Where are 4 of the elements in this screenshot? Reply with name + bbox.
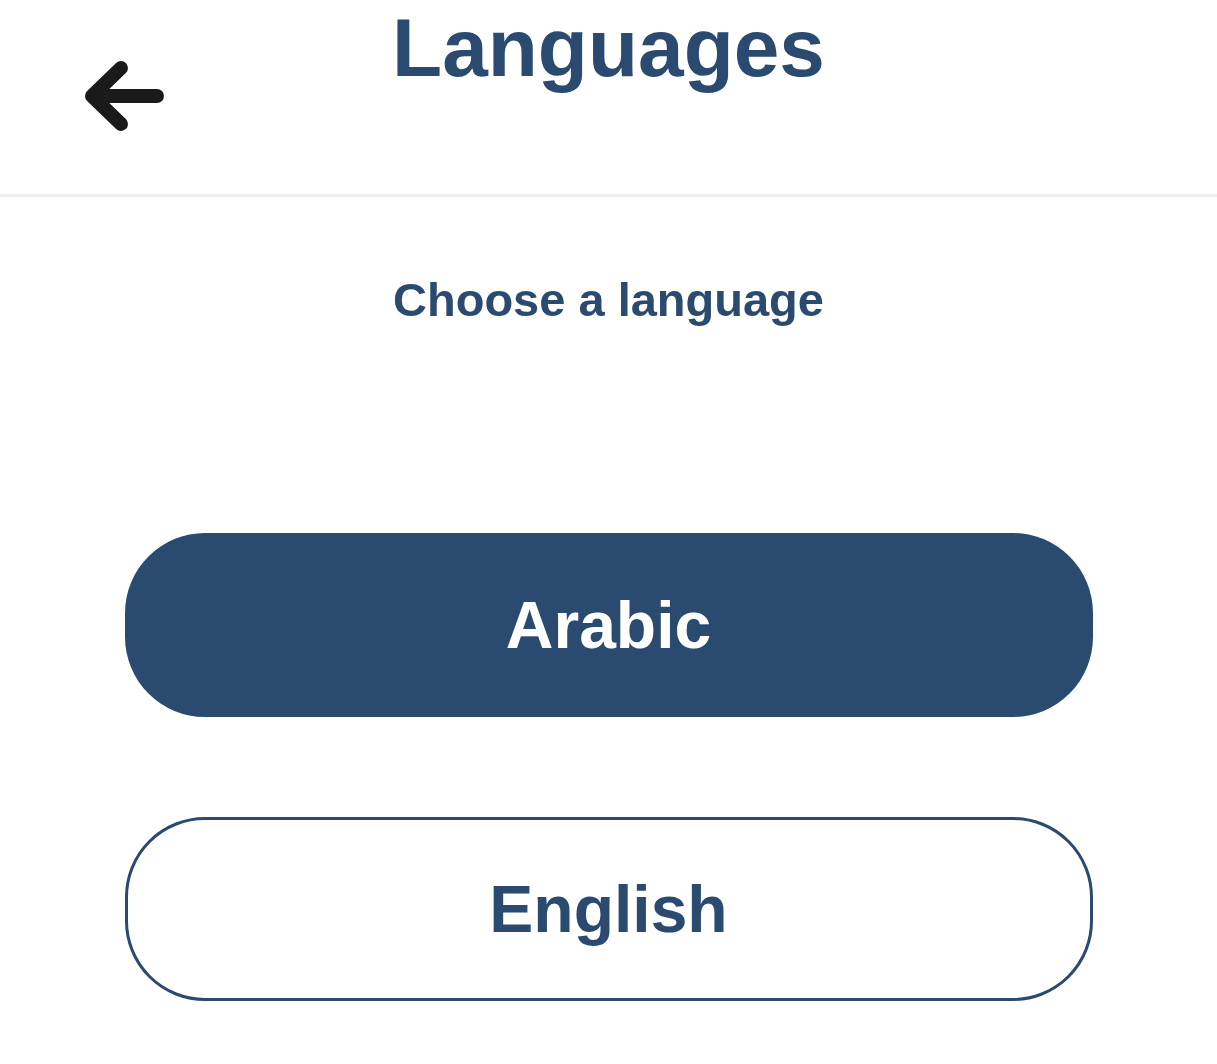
back-button[interactable] — [83, 60, 165, 132]
back-arrow-icon — [83, 60, 165, 132]
language-option-button[interactable]: Arabic — [124, 533, 1093, 717]
language-option-button[interactable]: English — [124, 817, 1093, 1001]
